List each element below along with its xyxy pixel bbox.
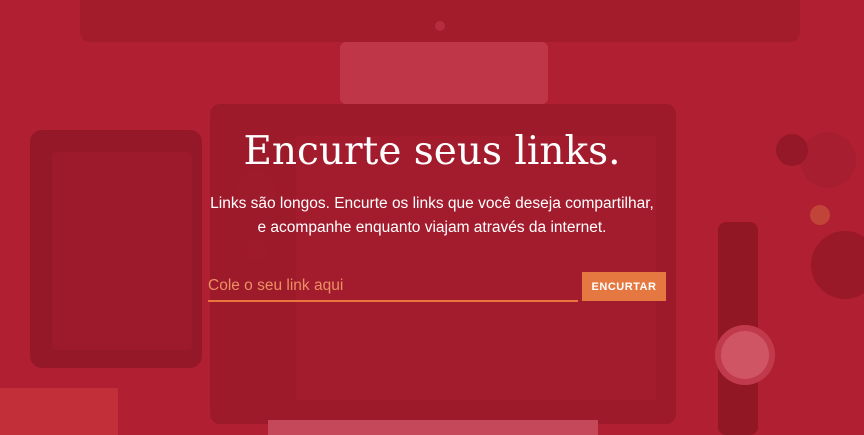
hero-subtitle-line-1: Links são longos. Encurte os links que v… <box>210 195 654 212</box>
hero-subtitle-line-2: e acompanhe enquanto viajam através da i… <box>257 219 607 236</box>
hero-title: Encurte seus links. <box>243 129 621 174</box>
hero-subtitle: Links são longos. Encurte os links que v… <box>0 192 864 240</box>
shorten-button[interactable]: ENCURTAR <box>582 272 666 301</box>
hero-section: Encurte seus links. Links são longos. En… <box>0 0 864 435</box>
shorten-form: ENCURTAR <box>208 272 666 302</box>
hero-content: Encurte seus links. Links são longos. En… <box>0 0 864 435</box>
link-input[interactable] <box>208 272 578 302</box>
